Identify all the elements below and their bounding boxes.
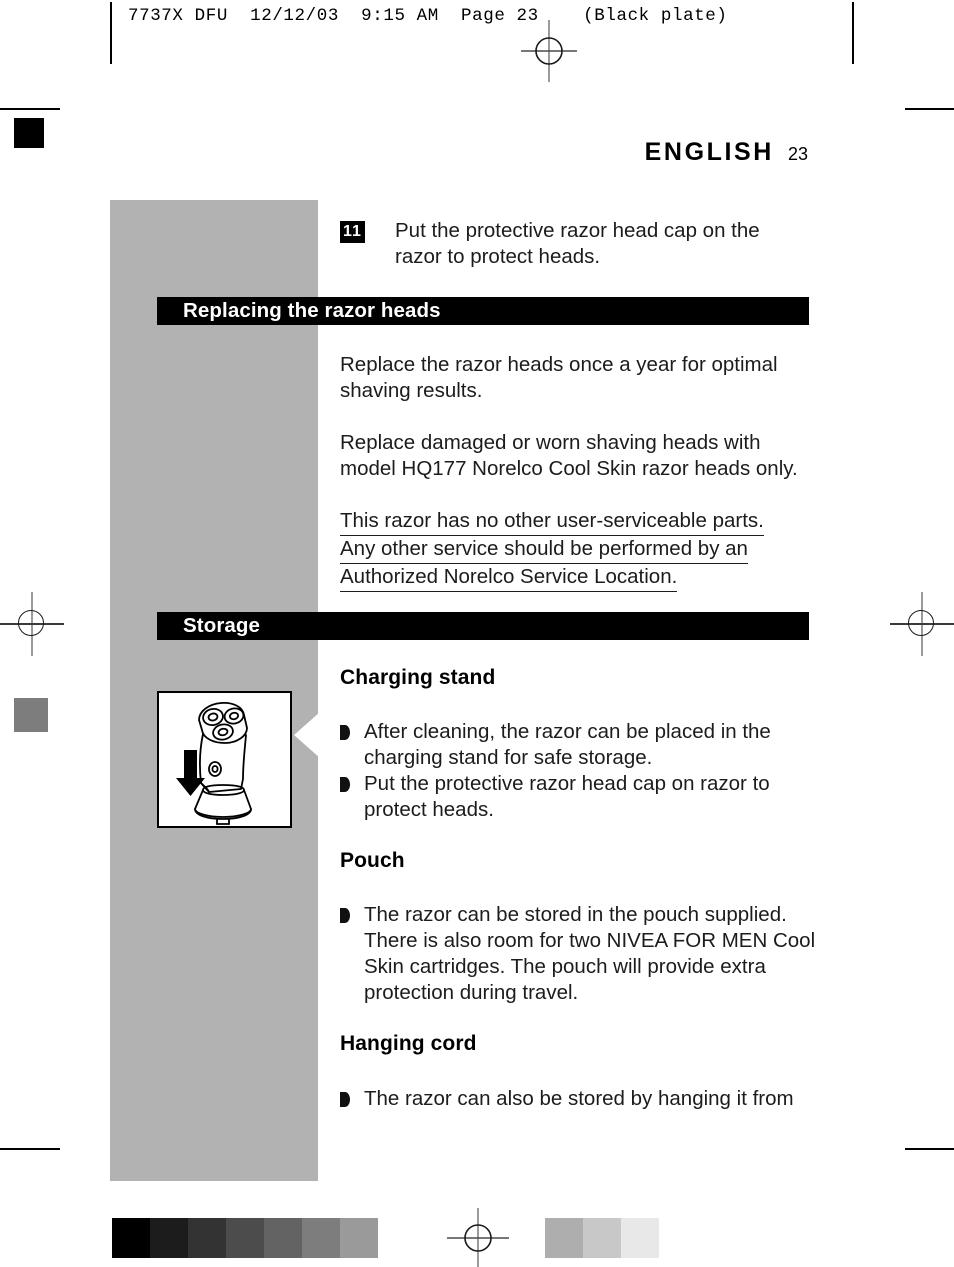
razor-illustration-icon (176, 702, 252, 825)
bottom-registration-mark (447, 1208, 509, 1267)
section-banner-label-storage: Storage (183, 614, 261, 637)
bullet-arrow-icon (340, 908, 350, 923)
subheading-hanging-cord: Hanging cord (340, 1032, 477, 1055)
calibration-swatch (112, 1218, 150, 1258)
running-head: ENGLISH 23 (645, 138, 808, 167)
corner-black-square-top-left (14, 118, 44, 148)
crop-mark-top-left (0, 108, 60, 110)
bullet-text: The razor can also be stored by hanging … (364, 1087, 794, 1110)
document-page: 7737X DFU 12/12/03 9:15 AM Page 23 (Blac… (0, 0, 954, 1267)
paragraph-replace-damaged: Replace damaged or worn shaving heads wi… (340, 431, 798, 480)
bullet-list-hanging-cord: The razor can also be stored by hanging … (340, 1086, 818, 1112)
calibration-swatch (340, 1218, 378, 1258)
section-banner-label-replacing-razor-heads: Replacing the razor heads (183, 299, 441, 322)
underlined-line-3: Authorized Norelco Service Location. (340, 564, 678, 592)
subheading-charging-stand: Charging stand (340, 666, 496, 689)
grayscale-calibration-bar-left (112, 1218, 378, 1258)
prepress-slug-line: 7737X DFU 12/12/03 9:15 AM Page 23 (Blac… (0, 2, 954, 82)
underlined-line-1: This razor has no other user-serviceable… (340, 508, 764, 536)
registration-mark-right (890, 592, 954, 656)
calibration-swatch (226, 1218, 264, 1258)
crop-mark-bottom-right (905, 1148, 954, 1150)
crop-mark-bottom-left (0, 1148, 60, 1150)
bullet-text: The razor can be stored in the pouch sup… (364, 903, 816, 1004)
slug-registration-mark (452, 0, 579, 108)
underlined-line-2: Any other service should be performed by… (340, 536, 748, 564)
paragraph-replace-yearly: Replace the razor heads once a year for … (340, 353, 778, 402)
crop-mark-top-right (905, 108, 954, 110)
list-item: The razor can be stored in the pouch sup… (340, 902, 818, 1006)
step-number-badge: 11 (340, 221, 365, 243)
tone-square-left (14, 698, 48, 732)
calibration-swatch (302, 1218, 340, 1258)
bullet-list-charging-stand: After cleaning, the razor can be placed … (340, 719, 818, 823)
calibration-swatch (583, 1218, 621, 1258)
paragraph-underlined-notice: This razor has no other user-serviceable… (340, 508, 810, 592)
step-text: Put the protective razor head cap on the… (395, 219, 760, 268)
list-item: The razor can also be stored by hanging … (340, 1086, 818, 1112)
list-item: Put the protective razor head cap on raz… (340, 771, 818, 823)
list-item: After cleaning, the razor can be placed … (340, 719, 818, 771)
calibration-swatch (150, 1218, 188, 1258)
bullet-arrow-icon (340, 1092, 350, 1107)
numbered-step: 11 Put the protective razor head cap on … (340, 218, 810, 270)
page-number: 23 (787, 144, 808, 164)
grayscale-calibration-bar-right (545, 1218, 659, 1258)
bullet-text: Put the protective razor head cap on raz… (364, 772, 770, 821)
registration-mark-left (0, 592, 64, 656)
running-head-language: ENGLISH (644, 138, 774, 166)
slug-rule-left (110, 2, 112, 64)
slug-rule-right (852, 2, 854, 64)
calibration-swatch (188, 1218, 226, 1258)
figure-razor-in-charging-stand (157, 691, 292, 828)
bullet-list-pouch: The razor can be stored in the pouch sup… (340, 902, 818, 1006)
calibration-swatch (545, 1218, 583, 1258)
slug-text: 7737X DFU 12/12/03 9:15 AM Page 23 (Blac… (128, 6, 728, 26)
subheading-pouch: Pouch (340, 849, 405, 872)
bullet-arrow-icon (340, 777, 350, 792)
calibration-swatch (264, 1218, 302, 1258)
bullet-text: After cleaning, the razor can be placed … (364, 720, 771, 769)
bullet-arrow-icon (340, 725, 350, 740)
calibration-swatch (621, 1218, 659, 1258)
